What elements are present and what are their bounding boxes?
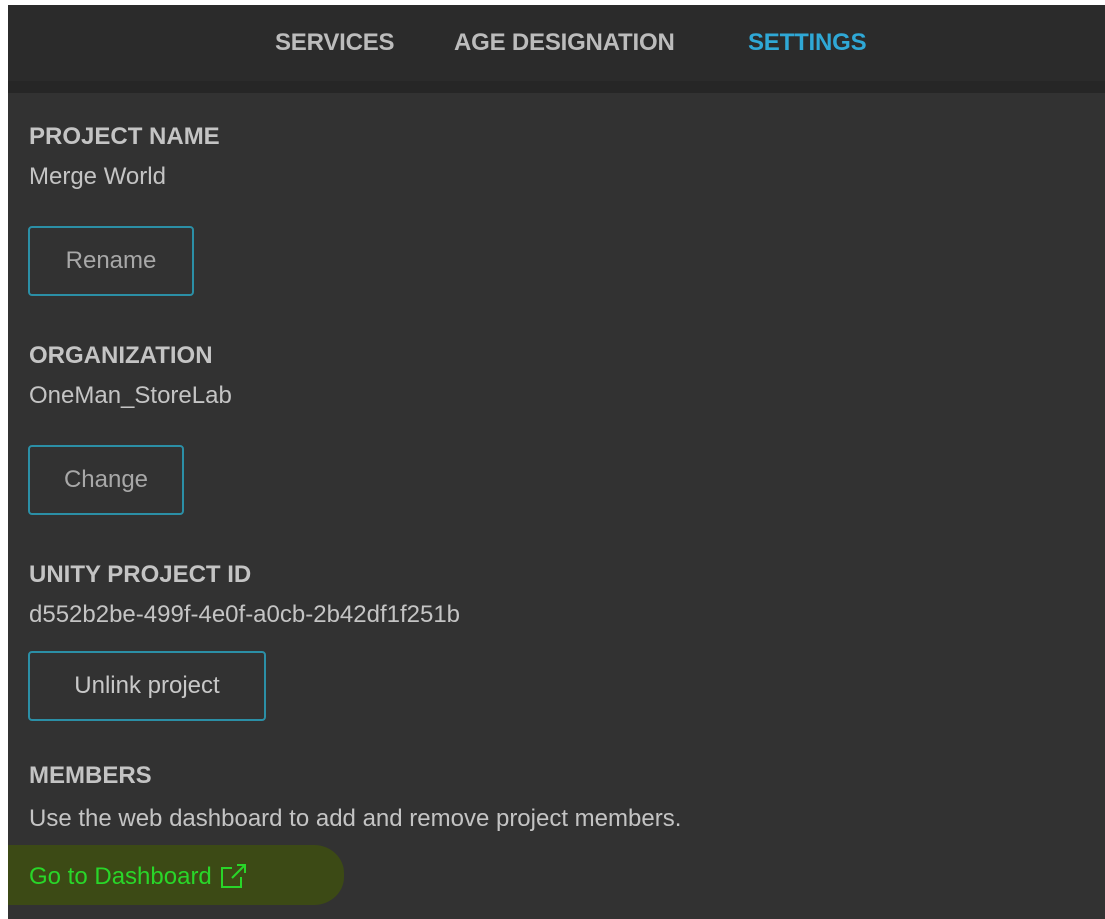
members-description: Use the web dashboard to add and remove … — [29, 805, 682, 832]
go-to-dashboard-label: Go to Dashboard — [29, 863, 212, 890]
project-name-value: Merge World — [29, 163, 166, 190]
unity-project-id-value: d552b2be-499f-4e0f-a0cb-2b42df1f251b — [29, 601, 461, 628]
tab-bar: SERVICES AGE DESIGNATION SETTINGS — [8, 5, 1105, 93]
rename-button[interactable]: Rename — [28, 226, 194, 296]
project-name-heading: PROJECT NAME — [29, 123, 220, 150]
tab-services[interactable]: SERVICES — [275, 29, 395, 57]
go-to-dashboard-link[interactable]: Go to Dashboard — [29, 863, 248, 891]
settings-panel: SERVICES AGE DESIGNATION SETTINGS PROJEC… — [8, 5, 1105, 919]
organization-value: OneMan_StoreLab — [29, 382, 232, 409]
tab-settings[interactable]: SETTINGS — [748, 29, 867, 57]
change-organization-button[interactable]: Change — [28, 445, 184, 515]
unlink-project-button[interactable]: Unlink project — [28, 651, 266, 721]
members-heading: MEMBERS — [29, 762, 152, 789]
organization-heading: ORGANIZATION — [29, 342, 213, 369]
unity-project-id-heading: UNITY PROJECT ID — [29, 561, 252, 588]
external-link-icon — [218, 863, 248, 891]
tab-age-designation[interactable]: AGE DESIGNATION — [454, 29, 675, 57]
